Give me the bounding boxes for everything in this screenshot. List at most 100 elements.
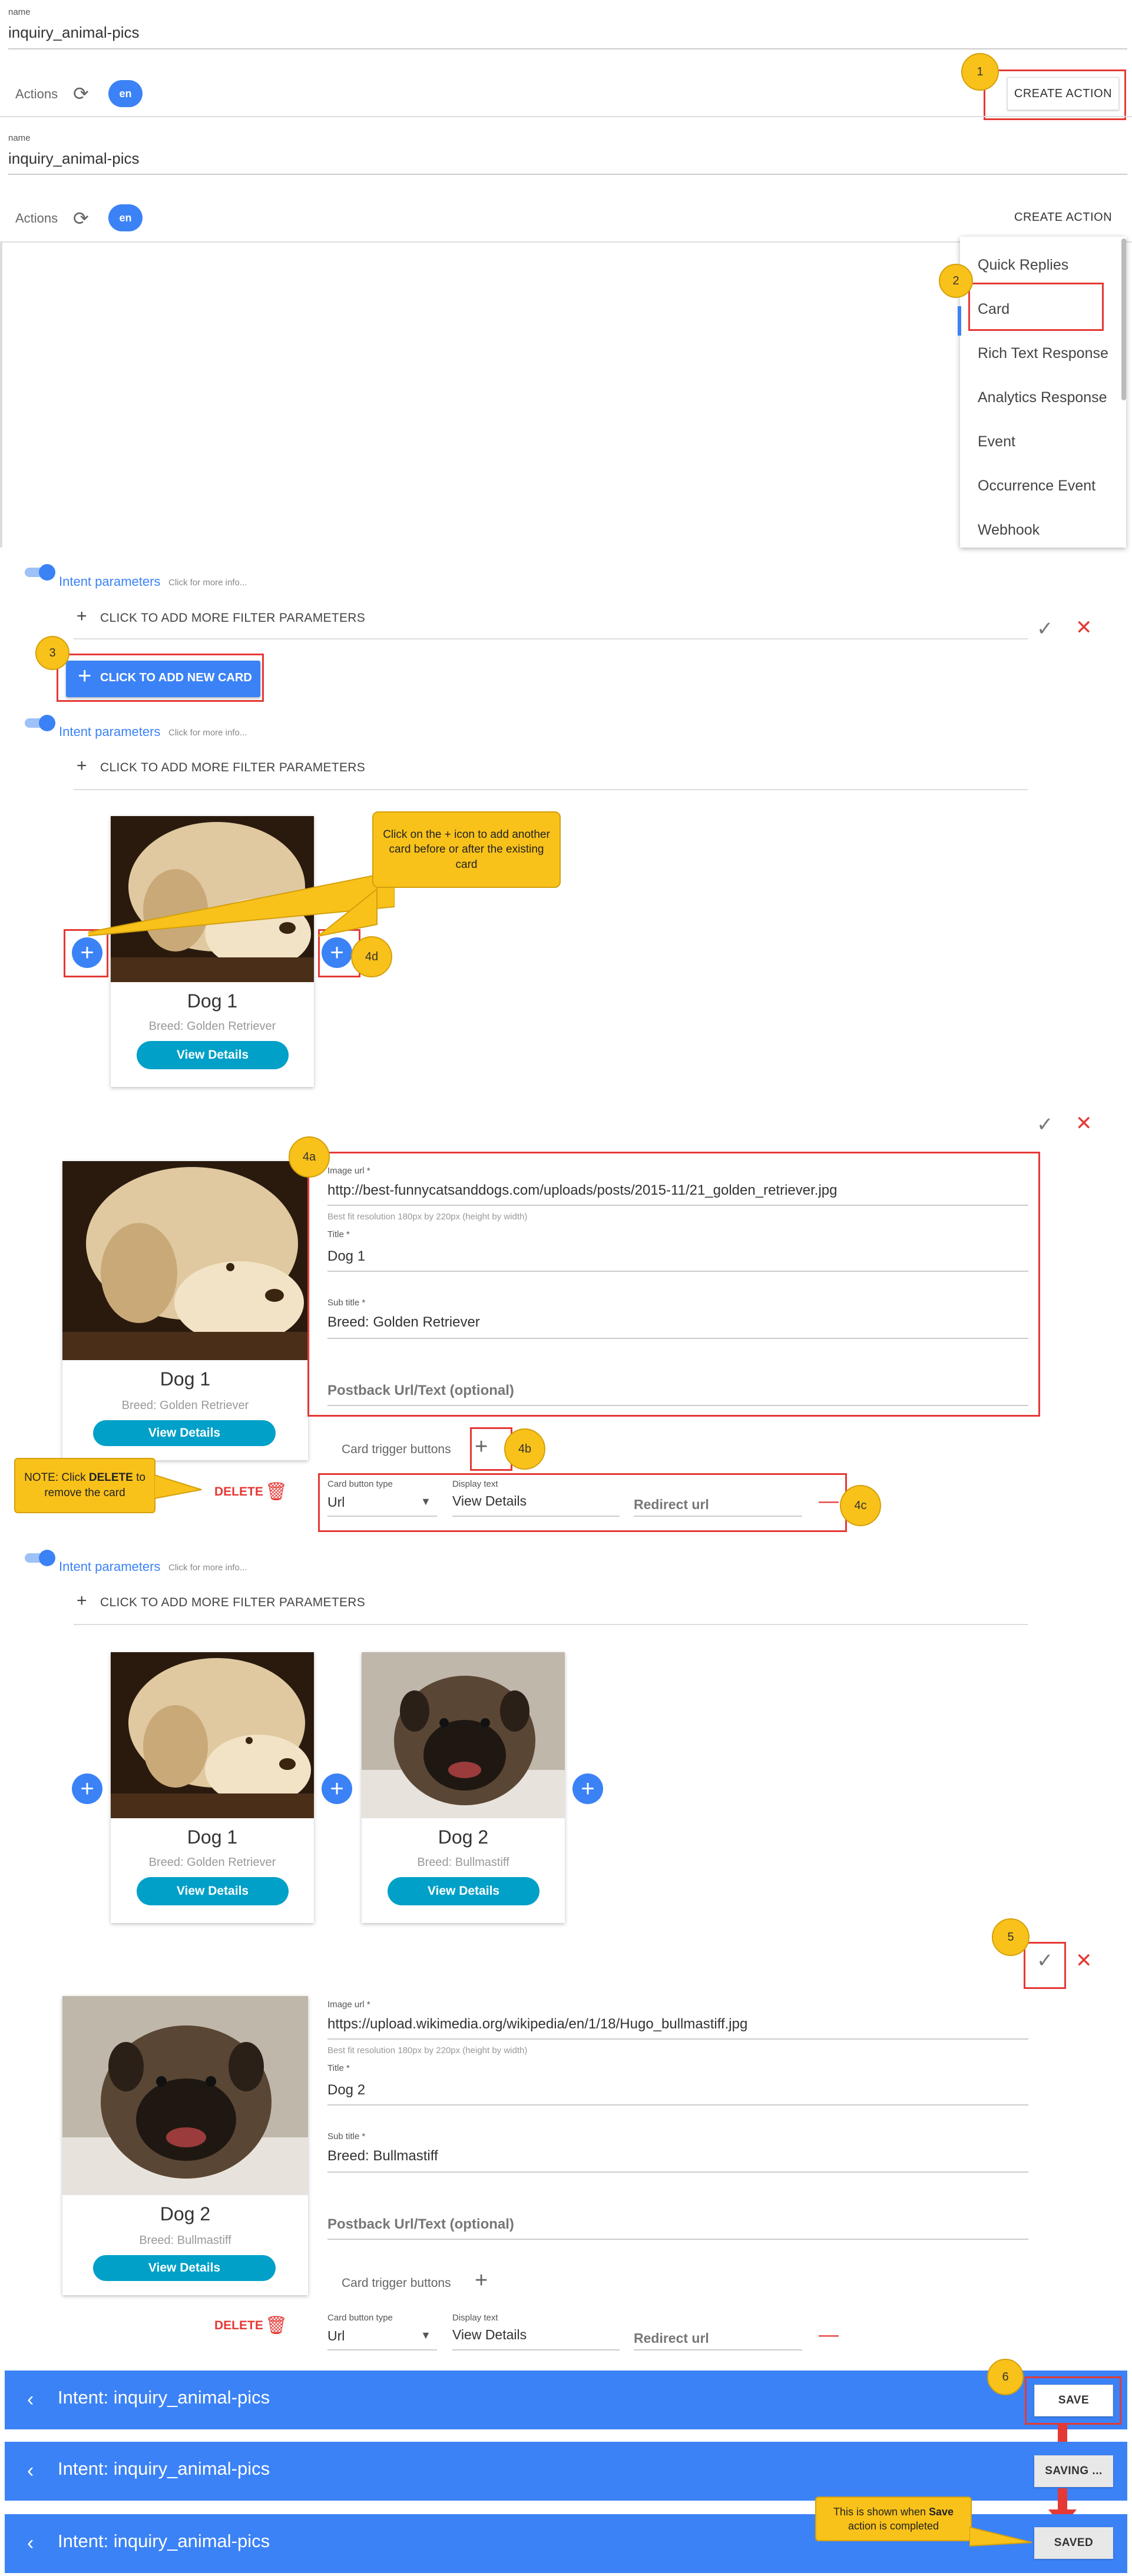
callout-pointer-icon (88, 870, 395, 937)
trash-icon[interactable]: 🗑 (265, 2315, 287, 2336)
redirect-url-input[interactable]: Redirect url (634, 1497, 709, 1513)
intent-parameters-toggle[interactable] (25, 715, 58, 731)
view-details-button[interactable]: View Details (137, 1041, 289, 1069)
name-label: name (8, 133, 31, 143)
language-pill[interactable]: en (108, 80, 143, 107)
display-text-label: Display text (452, 1479, 498, 1489)
display-text-input[interactable]: View Details (452, 2327, 527, 2343)
intent-parameters-toggle[interactable] (25, 1550, 58, 1566)
title-input[interactable]: Dog 2 (327, 2082, 365, 2098)
step-marker-5: 5 (992, 1918, 1030, 1956)
subtitle-label: Sub title * (327, 1298, 366, 1308)
bullmastiff-image (362, 1652, 565, 1818)
title-label: Title * (327, 2063, 350, 2073)
card-button-type-select[interactable]: Url (327, 2328, 345, 2344)
card-button-type-select[interactable]: Url (327, 1494, 345, 1510)
card-title: Dog 1 (160, 1368, 211, 1390)
intent-parameters-label[interactable]: Intent parameters (59, 574, 160, 589)
intent-bar-title: Intent: inquiry_animal-pics (58, 2458, 270, 2479)
delete-card-button[interactable]: DELETE (214, 2319, 263, 2333)
title-input[interactable]: Dog 1 (327, 1248, 365, 1265)
highlight-add-card (57, 654, 264, 702)
step-marker-4b: 4b (504, 1428, 545, 1470)
add-filter-parameters[interactable]: CLICK TO ADD MORE FILTER PARAMETERS (100, 761, 365, 775)
cancel-close-icon[interactable]: ✕ (1075, 1112, 1093, 1135)
remove-button-minus-icon[interactable]: — (819, 1490, 839, 1513)
postback-underline (327, 2239, 1028, 2240)
intent-parameters-label[interactable]: Intent parameters (59, 1559, 160, 1574)
intent-parameters-toggle[interactable] (25, 564, 58, 581)
image-url-input[interactable]: http://best-funnycatsanddogs.com/uploads… (327, 1182, 837, 1199)
card-title: Dog 2 (160, 2203, 211, 2224)
intent-parameters-hint[interactable]: Click for more info... (168, 578, 247, 588)
chevron-down-icon[interactable]: ▼ (421, 1496, 431, 1508)
sync-icon[interactable]: ⟳ (73, 207, 89, 230)
add-filter-parameters[interactable]: CLICK TO ADD MORE FILTER PARAMETERS (100, 611, 365, 625)
plus-icon[interactable]: + (77, 1591, 87, 1611)
name-value[interactable]: inquiry_animal-pics (8, 150, 140, 168)
sync-icon[interactable]: ⟳ (73, 82, 89, 105)
filter-divider (74, 1624, 1028, 1625)
menu-item-event[interactable]: Event (978, 433, 1015, 450)
menu-item-occurrence-event[interactable]: Occurrence Event (978, 478, 1095, 495)
image-url-underline (327, 2038, 1028, 2040)
highlight-card-button-row (318, 1473, 847, 1532)
plus-icon[interactable]: + (77, 756, 87, 776)
cancel-close-icon[interactable]: ✕ (1075, 616, 1093, 639)
name-underline (8, 174, 1127, 175)
subtitle-input[interactable]: Breed: Golden Retriever (327, 1314, 480, 1331)
chevron-left-icon[interactable]: ‹ (27, 2532, 34, 2555)
menu-item-quick-replies[interactable]: Quick Replies (978, 257, 1068, 274)
trash-icon[interactable]: 🗑 (265, 1481, 287, 1502)
saving-button: SAVING ... (1034, 2455, 1113, 2487)
view-details-button[interactable]: View Details (93, 1420, 276, 1446)
create-action-button[interactable]: CREATE ACTION (1014, 211, 1112, 224)
subtitle-input[interactable]: Breed: Bullmastiff (327, 2148, 438, 2164)
title-label: Title * (327, 1229, 350, 1239)
intent-parameters-label[interactable]: Intent parameters (59, 724, 160, 740)
card-trigger-label: Card trigger buttons (342, 1443, 451, 1456)
delete-card-button[interactable]: DELETE (214, 1485, 263, 1499)
plus-icon[interactable]: + (77, 606, 87, 626)
golden-retriever-image (111, 1652, 314, 1818)
image-hint: Best fit resolution 180px by 220px (heig… (327, 1212, 528, 1222)
confirm-check-icon[interactable]: ✓ (1037, 617, 1054, 641)
menu-item-rich-text[interactable]: Rich Text Response (978, 345, 1108, 362)
view-details-button[interactable]: View Details (93, 2255, 276, 2281)
confirm-check-icon[interactable]: ✓ (1037, 1113, 1054, 1136)
add-card-after-button[interactable]: + (572, 1773, 603, 1804)
chevron-left-icon[interactable]: ‹ (27, 2459, 34, 2482)
card-title: Dog 1 (187, 1826, 238, 1848)
menu-scrollbar[interactable] (1121, 238, 1126, 400)
display-text-input[interactable]: View Details (452, 1493, 527, 1509)
postback-input[interactable]: Postback Url/Text (optional) (327, 1383, 514, 1399)
add-card-between-button[interactable]: + (322, 1773, 352, 1804)
language-pill[interactable]: en (108, 204, 143, 231)
card-subtitle: Breed: Golden Retriever (148, 1020, 276, 1033)
redirect-url-input[interactable]: Redirect url (634, 2330, 709, 2346)
menu-item-webhook[interactable]: Webhook (978, 522, 1040, 539)
add-filter-parameters[interactable]: CLICK TO ADD MORE FILTER PARAMETERS (100, 1596, 365, 1610)
chevron-down-icon[interactable]: ▼ (421, 2329, 431, 2342)
name-underline (8, 48, 1127, 49)
view-details-button[interactable]: View Details (137, 1877, 289, 1905)
highlight-create-action (984, 69, 1126, 120)
chevron-left-icon[interactable]: ‹ (27, 2388, 34, 2411)
confirm-check-icon[interactable]: ✓ (1037, 1949, 1054, 1972)
intent-parameters-hint[interactable]: Click for more info... (168, 1563, 247, 1573)
add-card-before-button[interactable]: + (72, 1773, 102, 1804)
filter-divider (74, 789, 1028, 790)
postback-input[interactable]: Postback Url/Text (optional) (327, 2216, 514, 2233)
intent-parameters-hint[interactable]: Click for more info... (168, 728, 247, 738)
redirect-url-underline (634, 2349, 802, 2350)
menu-item-analytics[interactable]: Analytics Response (978, 389, 1107, 406)
arrow-down-icon (1058, 2488, 1067, 2512)
card-subtitle: Breed: Golden Retriever (121, 1399, 249, 1412)
display-text-label: Display text (452, 2313, 498, 2323)
name-value[interactable]: inquiry_animal-pics (8, 24, 140, 42)
add-trigger-plus-icon[interactable]: + (475, 2268, 488, 2293)
image-url-input[interactable]: https://upload.wikimedia.org/wikipedia/e… (327, 2016, 747, 2033)
view-details-button[interactable]: View Details (388, 1877, 539, 1905)
remove-button-minus-icon[interactable]: — (819, 2323, 839, 2346)
cancel-close-icon[interactable]: ✕ (1075, 1949, 1093, 1972)
